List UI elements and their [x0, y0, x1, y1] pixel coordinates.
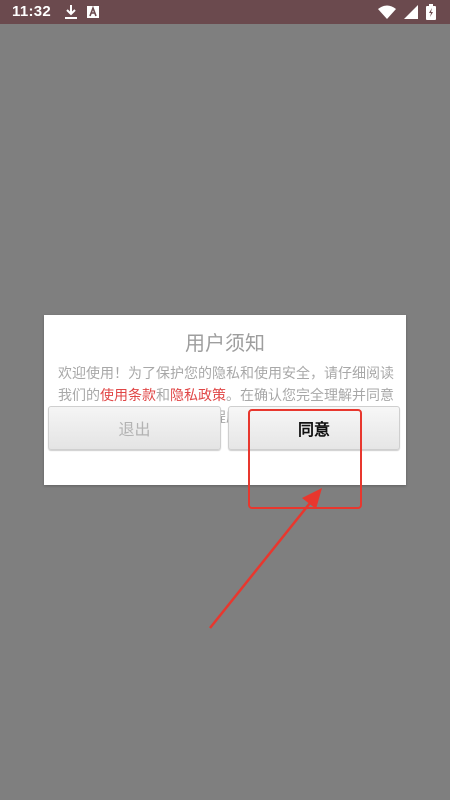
exit-button[interactable]: 退出 — [48, 406, 221, 450]
status-system-icons — [374, 4, 440, 20]
signal-icon — [404, 5, 418, 19]
dialog-title: 用户须知 — [185, 331, 265, 355]
app-a-icon — [86, 5, 100, 19]
battery-charging-icon — [426, 4, 436, 20]
wifi-icon — [378, 5, 396, 19]
status-bar: 11:32 — [0, 0, 450, 24]
status-notification-icons — [60, 4, 104, 20]
download-icon — [64, 4, 78, 20]
terms-of-use-link[interactable]: 使用条款 — [100, 388, 156, 404]
status-time: 11:32 — [12, 3, 52, 20]
annotation-highlight-box — [248, 409, 362, 509]
dialog-body-and: 和 — [156, 388, 170, 404]
privacy-policy-link[interactable]: 隐私政策 — [170, 388, 226, 404]
